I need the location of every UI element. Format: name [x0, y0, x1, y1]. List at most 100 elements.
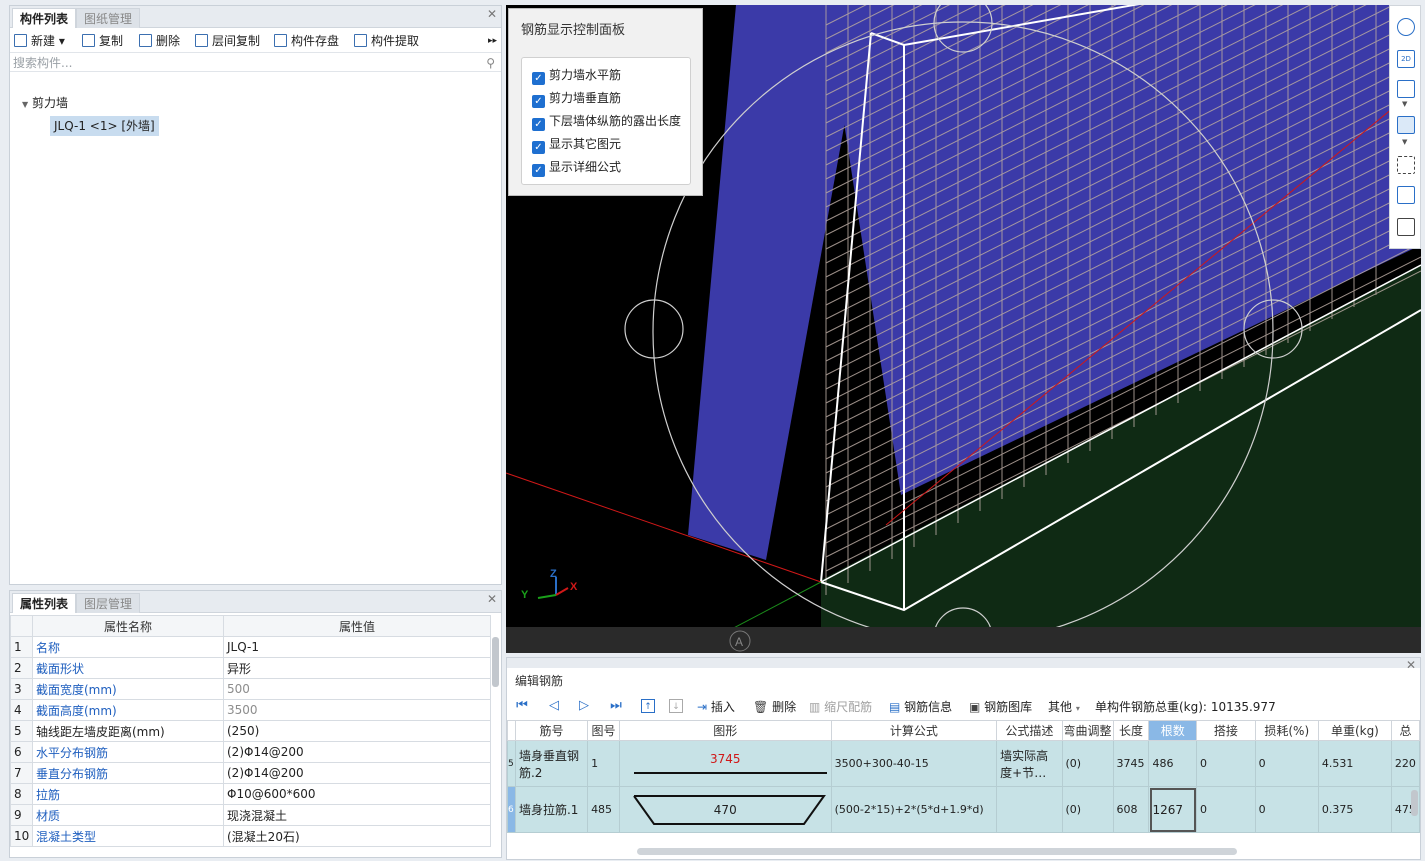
copy-button[interactable]: 复制 [82, 32, 123, 50]
orbit-icon[interactable] [1397, 18, 1415, 36]
rebar-header-col[interactable]: 长度 [1112, 720, 1150, 741]
length[interactable]: 608 [1112, 786, 1150, 833]
checkbox-checked-icon[interactable]: ✓ [532, 141, 545, 154]
rebar-library-button[interactable]: ▣ 钢筋图库 [969, 698, 1032, 716]
option-exposed-length[interactable]: ✓ 下层墙体纵筋的露出长度 [532, 112, 681, 131]
count[interactable]: 486 [1148, 740, 1198, 787]
count[interactable]: 1267 [1148, 786, 1198, 833]
tree-item-jlq1[interactable]: JLQ-1 <1> [外墙] [50, 116, 159, 136]
property-row[interactable]: 8 拉筋 Φ10@600*600 [10, 783, 491, 805]
chevron-down-icon[interactable]: ▼ [1402, 100, 1407, 108]
last-record-icon[interactable]: ⏭ [609, 699, 623, 713]
property-row[interactable]: 6 水平分布钢筋 (2)Φ14@200 [10, 741, 491, 763]
bend-adjust[interactable]: (0) [1061, 786, 1114, 833]
rebar-header-col[interactable]: 总 [1390, 720, 1421, 741]
move-down-icon[interactable]: ↓ [669, 699, 683, 713]
lap[interactable]: 0 [1196, 740, 1256, 787]
rebar-shape[interactable]: 470 [618, 786, 832, 833]
horizontal-scrollbar[interactable] [637, 848, 1237, 855]
loss-percent[interactable]: 0 [1254, 786, 1319, 833]
option-vertical-rebar[interactable]: ✓ 剪力墙垂直筋 [532, 89, 621, 108]
property-row[interactable]: 9 材质 现浇混凝土 [10, 804, 491, 826]
close-icon[interactable]: ✕ [487, 592, 497, 606]
vertical-scrollbar[interactable] [1411, 790, 1418, 816]
insert-button[interactable]: ⇥ 插入 [697, 698, 735, 716]
property-value[interactable]: 500 [223, 678, 491, 700]
tree-root[interactable]: ▼ 剪力墙 [22, 94, 68, 111]
floor-copy-button[interactable]: 层间复制 [195, 32, 260, 50]
rebar-header-col[interactable]: 单重(kg) [1317, 720, 1392, 741]
property-row[interactable]: 5 轴线距左墙皮距离(mm) (250) [10, 720, 491, 742]
formula[interactable]: (500-2*15)+2*(5*d+1.9*d) [830, 786, 998, 833]
property-value[interactable]: 现浇混凝土 [223, 804, 491, 826]
more-icon[interactable]: ▸▸ [488, 32, 497, 50]
view-2d-icon[interactable]: 2D [1397, 50, 1415, 68]
new-button[interactable]: 新建 ▾ [14, 32, 65, 50]
tab-drawing-management[interactable]: 图纸管理 [76, 8, 141, 28]
tab-component-list[interactable]: 构件列表 [12, 8, 77, 28]
list-view-icon[interactable] [1397, 218, 1415, 236]
property-value[interactable]: 异形 [223, 657, 491, 679]
property-value[interactable]: Φ10@600*600 [223, 783, 491, 805]
rebar-header-col[interactable]: 筋号 [514, 720, 589, 741]
delete-row-button[interactable]: 🗑 删除 [753, 698, 796, 716]
next-record-icon[interactable]: ▷ [577, 699, 591, 713]
unit-weight[interactable]: 4.531 [1317, 740, 1392, 787]
chevron-down-icon[interactable]: ▼ [1402, 138, 1407, 146]
close-icon[interactable]: ✕ [1406, 658, 1416, 672]
other-dropdown[interactable]: 其他 ▾ [1048, 698, 1080, 716]
extract-component-button[interactable]: 构件提取 [354, 32, 419, 50]
search-icon[interactable]: ⚲ [486, 54, 495, 72]
vertical-scrollbar[interactable] [492, 637, 499, 687]
rebar-header-col[interactable]: 弯曲调整 [1061, 720, 1114, 741]
rebar-name[interactable]: 墙身垂直钢筋.2 [514, 740, 589, 787]
rebar-shape[interactable]: 3745 [618, 740, 832, 787]
rebar-row[interactable]: 5 墙身垂直钢筋.2 1 3745 3500+300-40-15 墙实际高度+节… (0) 3… [507, 740, 1421, 787]
box-select-icon[interactable] [1397, 186, 1415, 204]
rebar-header-col[interactable]: 图形 [618, 720, 832, 741]
close-icon[interactable]: ✕ [487, 7, 497, 21]
property-value[interactable]: (250) [223, 720, 491, 742]
option-show-formula[interactable]: ✓ 显示详细公式 [532, 158, 621, 177]
tab-property-list[interactable]: 属性列表 [12, 593, 77, 613]
delete-button[interactable]: 删除 [139, 32, 180, 50]
checkbox-checked-icon[interactable]: ✓ [532, 72, 545, 85]
rebar-header-col[interactable]: 搭接 [1196, 720, 1256, 741]
rebar-info-button[interactable]: ▤ 钢筋信息 [889, 698, 952, 716]
length[interactable]: 3745 [1112, 740, 1150, 787]
checkbox-checked-icon[interactable]: ✓ [532, 164, 545, 177]
property-value[interactable]: JLQ-1 [223, 636, 491, 658]
rebar-header-col[interactable]: 根数 [1148, 720, 1198, 741]
expand-icon[interactable]: ▼ [22, 100, 28, 109]
property-row[interactable]: 7 垂直分布钢筋 (2)Φ14@200 [10, 762, 491, 784]
checkbox-checked-icon[interactable]: ✓ [532, 95, 545, 108]
cube-view-icon[interactable] [1397, 80, 1415, 98]
loss-percent[interactable]: 0 [1254, 740, 1319, 787]
prev-record-icon[interactable]: ◁ [547, 699, 561, 713]
property-value[interactable]: 3500 [223, 699, 491, 721]
property-row[interactable]: 2 截面形状 异形 [10, 657, 491, 679]
rebar-header-col[interactable]: 公式描述 [996, 720, 1063, 741]
move-up-icon[interactable]: ↑ [641, 699, 655, 713]
first-record-icon[interactable]: ⏮ [515, 699, 529, 713]
unit-weight[interactable]: 0.375 [1317, 786, 1392, 833]
formula-description[interactable]: 墙实际高度+节… [996, 740, 1063, 787]
bend-adjust[interactable]: (0) [1061, 740, 1114, 787]
scale-rebar-button[interactable]: ▥ 缩尺配筋 [809, 698, 872, 716]
checkbox-checked-icon[interactable]: ✓ [532, 118, 545, 131]
option-horizontal-rebar[interactable]: ✓ 剪力墙水平筋 [532, 66, 621, 85]
rebar-header-col[interactable]: 图号 [587, 720, 620, 741]
property-row[interactable]: 3 截面宽度(mm) 500 [10, 678, 491, 700]
rebar-header-col[interactable]: 损耗(%) [1254, 720, 1319, 741]
formula-description[interactable] [996, 786, 1063, 833]
property-value[interactable]: (混凝土20石) [223, 825, 491, 847]
rebar-row[interactable]: 6 墙身拉筋.1 485 470 (500-2*15)+2*(5*d+1.9*d) (0)… [507, 786, 1421, 833]
property-row[interactable]: 10 混凝土类型 (混凝土20石) [10, 825, 491, 847]
option-show-other[interactable]: ✓ 显示其它图元 [532, 135, 621, 154]
search-input[interactable]: 搜索构件... ⚲ [10, 54, 501, 72]
property-value[interactable]: (2)Φ14@200 [223, 762, 491, 784]
property-value[interactable]: (2)Φ14@200 [223, 741, 491, 763]
rebar-header-col[interactable]: 计算公式 [830, 720, 998, 741]
total-weight[interactable]: 220 [1390, 740, 1421, 787]
tab-layer-management[interactable]: 图层管理 [76, 593, 141, 613]
